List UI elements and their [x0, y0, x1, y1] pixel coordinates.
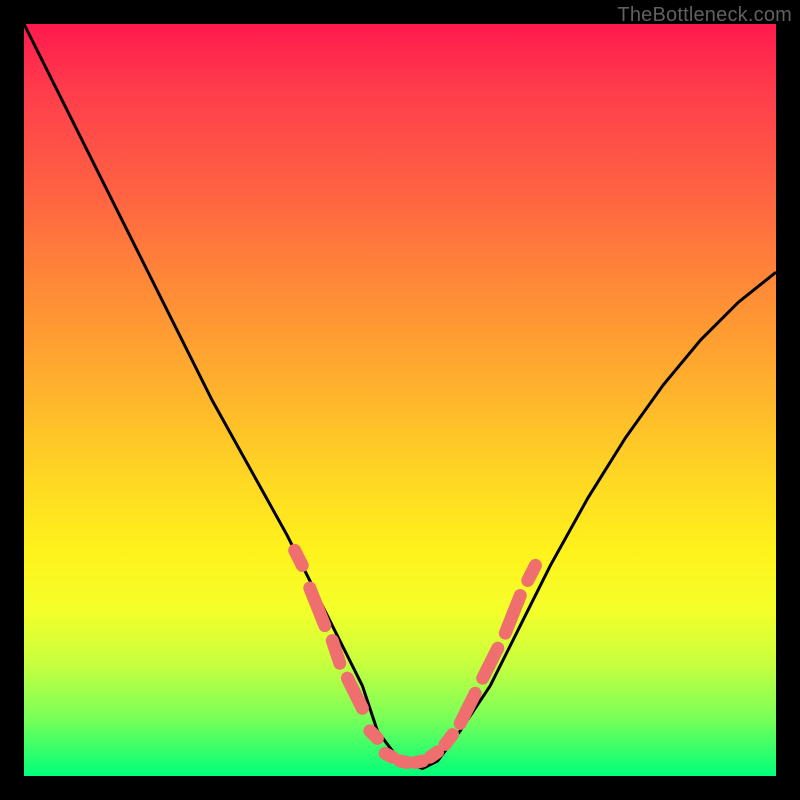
accent-segment	[415, 761, 423, 763]
accent-segment	[528, 565, 536, 580]
accent-segment	[430, 752, 438, 757]
accent-segment	[385, 753, 393, 757]
accent-segment	[332, 641, 340, 664]
watermark-text: TheBottleneck.com	[617, 4, 792, 27]
accent-segment	[400, 761, 408, 763]
accent-segment	[310, 588, 325, 626]
accent-segment	[460, 693, 475, 723]
chart-frame: TheBottleneck.com	[0, 0, 800, 800]
accent-segment	[295, 550, 303, 565]
accent-segment	[445, 735, 453, 745]
plot-overlay	[24, 24, 776, 776]
accent-segment	[370, 731, 378, 739]
bottleneck-curve	[24, 24, 776, 769]
accent-valley-segments	[295, 550, 536, 762]
